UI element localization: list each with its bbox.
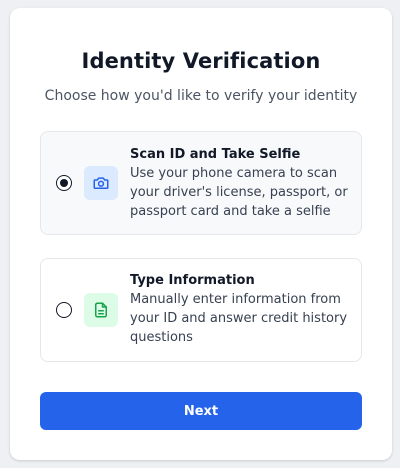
page-title: Identity Verification — [81, 49, 321, 73]
option-scan-id[interactable]: Scan ID and Take Selfie Use your phone c… — [40, 131, 362, 235]
radio-type-info[interactable] — [56, 302, 72, 318]
option-type-info[interactable]: Type Information Manually enter informat… — [40, 258, 362, 362]
document-icon — [84, 293, 118, 327]
page-subtitle: Choose how you'd like to verify your ide… — [44, 88, 358, 104]
camera-icon — [84, 166, 118, 200]
option-title: Type Information — [130, 273, 255, 288]
option-title: Scan ID and Take Selfie — [130, 147, 301, 162]
radio-scan-id[interactable] — [56, 175, 72, 191]
option-description: Manually enter information from your ID … — [130, 292, 348, 345]
next-button[interactable]: Next — [40, 392, 362, 430]
option-description: Use your phone camera to scan your drive… — [130, 166, 348, 219]
verification-card: Identity Verification Choose how you'd l… — [10, 8, 392, 460]
